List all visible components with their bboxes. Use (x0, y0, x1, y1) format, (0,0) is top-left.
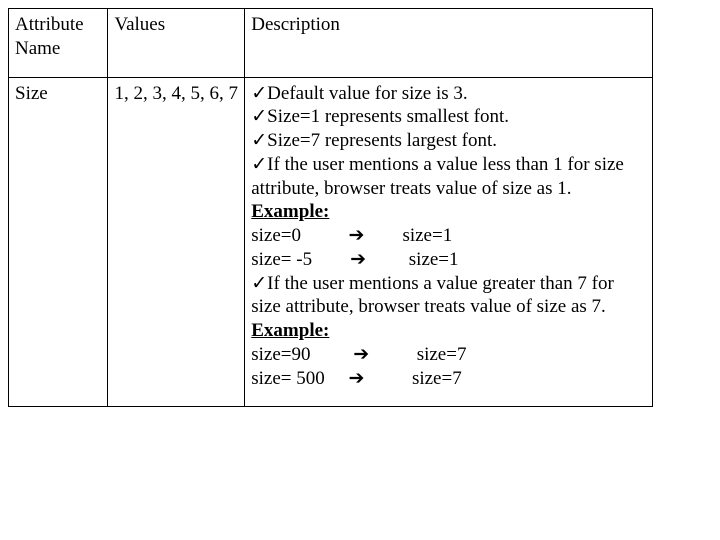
bullet-text: Size=7 represents largest font. (267, 130, 497, 151)
mapping-left: size=90 (251, 344, 310, 365)
mapping-left: size= -5 (251, 249, 312, 270)
check-icon: ✓ (251, 106, 267, 127)
bullet-text: If the user mentions a value greater tha… (251, 273, 614, 318)
mapping-row: size= 500 ➔ size=7 (251, 367, 646, 391)
mapping-right: size=7 (417, 344, 467, 365)
check-icon: ✓ (251, 154, 267, 175)
mapping-right: size=1 (409, 249, 459, 270)
mapping-row: size=90 ➔ size=7 (251, 343, 646, 367)
mapping-right: size=1 (402, 225, 452, 246)
bullet-text: If the user mentions a value less than 1… (251, 154, 624, 199)
mapping-row: size= -5 ➔ size=1 (251, 248, 646, 272)
header-attribute-name: Attribute Name (9, 9, 108, 78)
mapping-right: size=7 (412, 368, 462, 389)
table-row: Size 1, 2, 3, 4, 5, 6, 7 ✓Default value … (9, 77, 653, 407)
example-label: Example: (251, 319, 646, 343)
cell-values: 1, 2, 3, 4, 5, 6, 7 (108, 77, 245, 407)
check-icon: ✓ (251, 130, 267, 151)
arrow-icon: ➔ (349, 225, 365, 246)
header-description: Description (245, 9, 653, 78)
mapping-row: size=0 ➔ size=1 (251, 224, 646, 248)
bullet-text: Default value for size is 3. (267, 83, 467, 104)
cell-description: ✓Default value for size is 3. ✓Size=1 re… (245, 77, 653, 407)
arrow-icon: ➔ (349, 368, 365, 389)
check-icon: ✓ (251, 273, 267, 294)
mapping-left: size= 500 (251, 368, 325, 389)
arrow-icon: ➔ (353, 344, 369, 365)
check-icon: ✓ (251, 83, 267, 104)
bullet-text: Size=1 represents smallest font. (267, 106, 509, 127)
arrow-icon: ➔ (350, 249, 366, 270)
cell-attribute-name: Size (9, 77, 108, 407)
header-values: Values (108, 9, 245, 78)
example-label: Example: (251, 200, 646, 224)
attribute-table: Attribute Name Values Description Size 1… (8, 8, 653, 407)
mapping-left: size=0 (251, 225, 301, 246)
table-header-row: Attribute Name Values Description (9, 9, 653, 78)
